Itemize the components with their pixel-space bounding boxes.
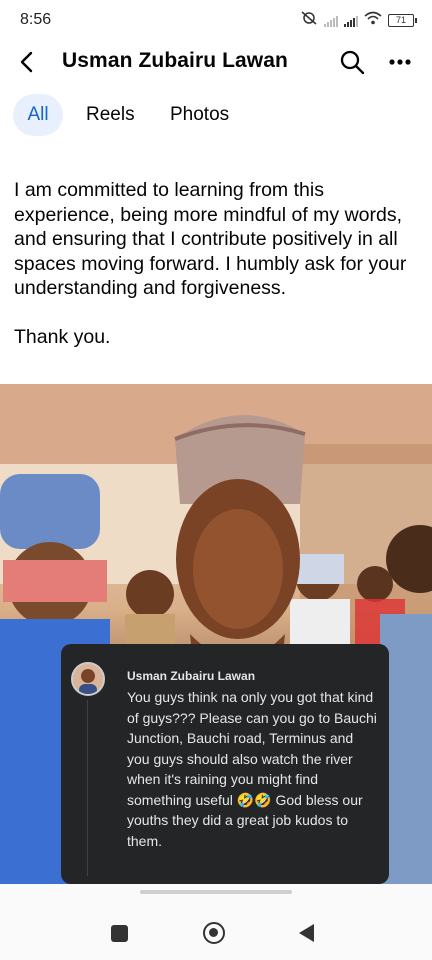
redaction-box [3,560,107,602]
status-icons: 71 [300,11,417,30]
page-title: Usman Zubairu Lawan [62,49,288,72]
battery-icon: 71 [388,14,417,27]
status-time: 8:56 [20,11,52,28]
back-nav-button[interactable] [299,924,314,942]
signal-2-icon [344,15,358,27]
scroll-indicator [140,890,292,894]
tab-reels[interactable]: Reels [86,94,135,136]
comment-screenshot: Usman Zubairu Lawan You guys think na on… [61,644,389,884]
post-photo[interactable]: Usman Zubairu Lawan You guys think na on… [0,384,432,884]
post-closing: Thank you. [14,325,111,348]
tab-all[interactable]: All [13,94,63,136]
signal-1-icon [324,15,338,27]
back-button[interactable] [14,48,42,76]
more-options-button[interactable] [386,48,414,76]
recents-button[interactable] [111,925,128,942]
post-body: I am committed to learning from this exp… [14,138,418,349]
comment-author: Usman Zubairu Lawan [127,669,256,683]
more-horizontal-icon [389,59,411,65]
system-navigation-bar [0,884,432,960]
chevron-left-icon [20,51,33,73]
post-paragraph: I am committed to learning from this exp… [14,179,407,299]
profile-header: Usman Zubairu Lawan [0,40,432,84]
search-icon [340,50,365,75]
tab-photos[interactable]: Photos [170,94,229,136]
status-bar: 8:56 71 [0,0,432,40]
profile-tabs: All Reels Photos [0,90,432,140]
search-button[interactable] [338,48,366,76]
avatar [71,662,105,696]
alarm-off-icon [300,11,318,30]
home-button[interactable] [203,922,225,944]
comment-thread-line [87,700,88,876]
comment-text: You guys think na only you got that kind… [127,689,377,849]
wifi-icon [364,11,382,30]
